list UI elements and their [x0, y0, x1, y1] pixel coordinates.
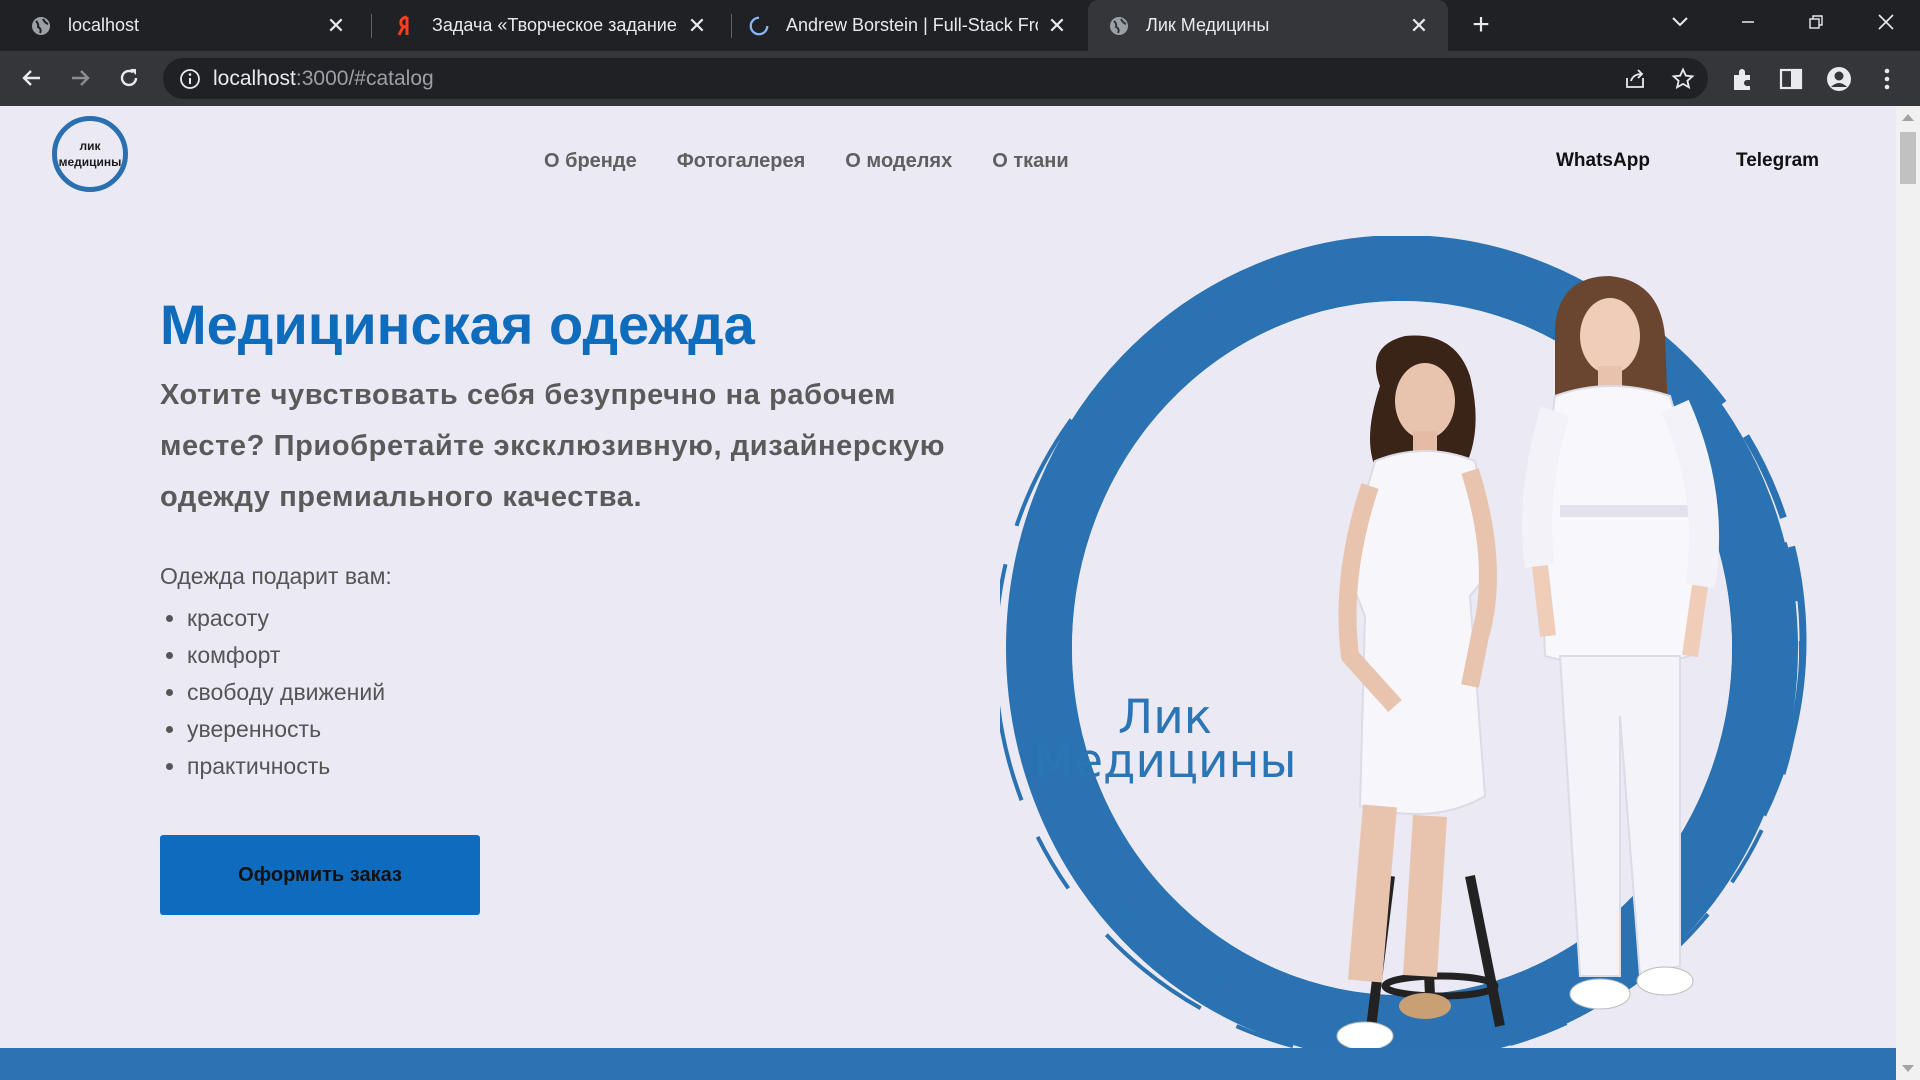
scroll-up-icon[interactable] [1902, 114, 1914, 121]
forward-icon[interactable] [63, 61, 97, 95]
tab-lik-mediciny[interactable]: Лик Медицины ✕ [1088, 0, 1448, 51]
tab-separator [731, 14, 732, 38]
side-panel-icon[interactable] [1778, 66, 1804, 92]
benefit-item: практичность [187, 748, 385, 785]
telegram-link[interactable]: Telegram [1736, 150, 1819, 172]
restore-icon[interactable] [1786, 0, 1846, 44]
hero-subtitle: Хотите чувствовать себя безупречно на ра… [160, 379, 946, 513]
benefit-item: красоту [187, 600, 385, 637]
minimize-icon[interactable] [1718, 0, 1778, 44]
tab-andrew-borstein[interactable]: Andrew Borstein | Full-Stack Fron ✕ [736, 0, 1086, 51]
close-tab-icon[interactable]: ✕ [1046, 13, 1068, 38]
url-path: :3000/#catalog [295, 67, 434, 90]
order-button[interactable]: Оформить заказ [160, 835, 480, 915]
tab-yandex-task[interactable]: Задача «Творческое задание» – ✕ [378, 0, 726, 51]
benefit-item: свободу движений [187, 674, 385, 711]
nav-link-fabric[interactable]: О ткани [992, 150, 1068, 173]
tab-title: Andrew Borstein | Full-Stack Fron [786, 15, 1038, 35]
benefit-item: комфорт [187, 637, 385, 674]
close-window-icon[interactable] [1856, 0, 1916, 44]
menu-icon[interactable] [1874, 66, 1900, 92]
reload-icon[interactable] [112, 61, 146, 95]
nav-link-about-brand[interactable]: О бренде [544, 150, 637, 173]
page-viewport: лик медицины О бренде Фотогалерея О моде… [0, 106, 1896, 1080]
footer-band [0, 1048, 1896, 1080]
nav-link-gallery[interactable]: Фотогалерея [677, 150, 806, 173]
site-logo[interactable]: лик медицины [52, 116, 128, 192]
tab-title: Лик Медицины [1146, 15, 1270, 35]
tab-title: Задача «Творческое задание» – [432, 15, 678, 35]
brush-ring-illustration [993, 235, 1807, 1062]
yandex-icon [394, 15, 416, 37]
browser-toolbar: localhost:3000/#catalog [0, 51, 1920, 106]
globe-icon [30, 15, 52, 37]
benefits-list: красоту комфорт свободу движений уверенн… [187, 600, 385, 785]
share-icon[interactable] [1623, 67, 1647, 91]
url-text[interactable]: localhost:3000/#catalog [213, 67, 434, 91]
benefit-item: уверенность [187, 711, 385, 748]
loading-spinner-icon [748, 15, 770, 37]
whatsapp-link[interactable]: WhatsApp [1556, 150, 1650, 172]
tab-strip: localhost ✕ Задача «Творческое задание» … [0, 0, 1920, 51]
tab-localhost[interactable]: localhost ✕ [0, 0, 365, 51]
back-icon[interactable] [15, 61, 49, 95]
logo-text-line1: лик [79, 139, 101, 153]
brand-art-text: Лик Медицины [1025, 694, 1305, 789]
tab-title: localhost [68, 15, 140, 35]
close-tab-icon[interactable]: ✕ [1408, 13, 1430, 38]
close-tab-icon[interactable]: ✕ [325, 13, 347, 38]
extensions-icon[interactable] [1730, 66, 1756, 92]
scrollbar-thumb[interactable] [1900, 132, 1916, 184]
url-host: localhost [213, 67, 296, 90]
benefits-title: Одежда подарит вам: [160, 563, 392, 589]
page-scrollbar[interactable] [1896, 106, 1920, 1080]
star-icon[interactable] [1671, 67, 1695, 91]
logo-text-line2: медицины [58, 155, 122, 169]
new-tab-button[interactable]: + [1466, 10, 1496, 40]
tab-separator [371, 14, 372, 38]
profile-icon[interactable] [1826, 66, 1852, 92]
main-nav: О бренде Фотогалерея О моделях О ткани [544, 150, 1109, 173]
scroll-down-icon[interactable] [1902, 1065, 1914, 1072]
nav-link-models[interactable]: О моделях [845, 150, 952, 173]
tab-search-icon[interactable] [1650, 0, 1710, 44]
brand-art-line2: Медицины [1033, 734, 1297, 789]
address-bar[interactable]: localhost:3000/#catalog [163, 58, 1708, 99]
globe-icon [1108, 15, 1130, 37]
info-icon[interactable] [179, 68, 201, 90]
hero-image: Лик Медицины [993, 235, 1820, 1080]
close-tab-icon[interactable]: ✕ [686, 13, 708, 38]
hero-title: Медицинская одежда [160, 293, 755, 356]
